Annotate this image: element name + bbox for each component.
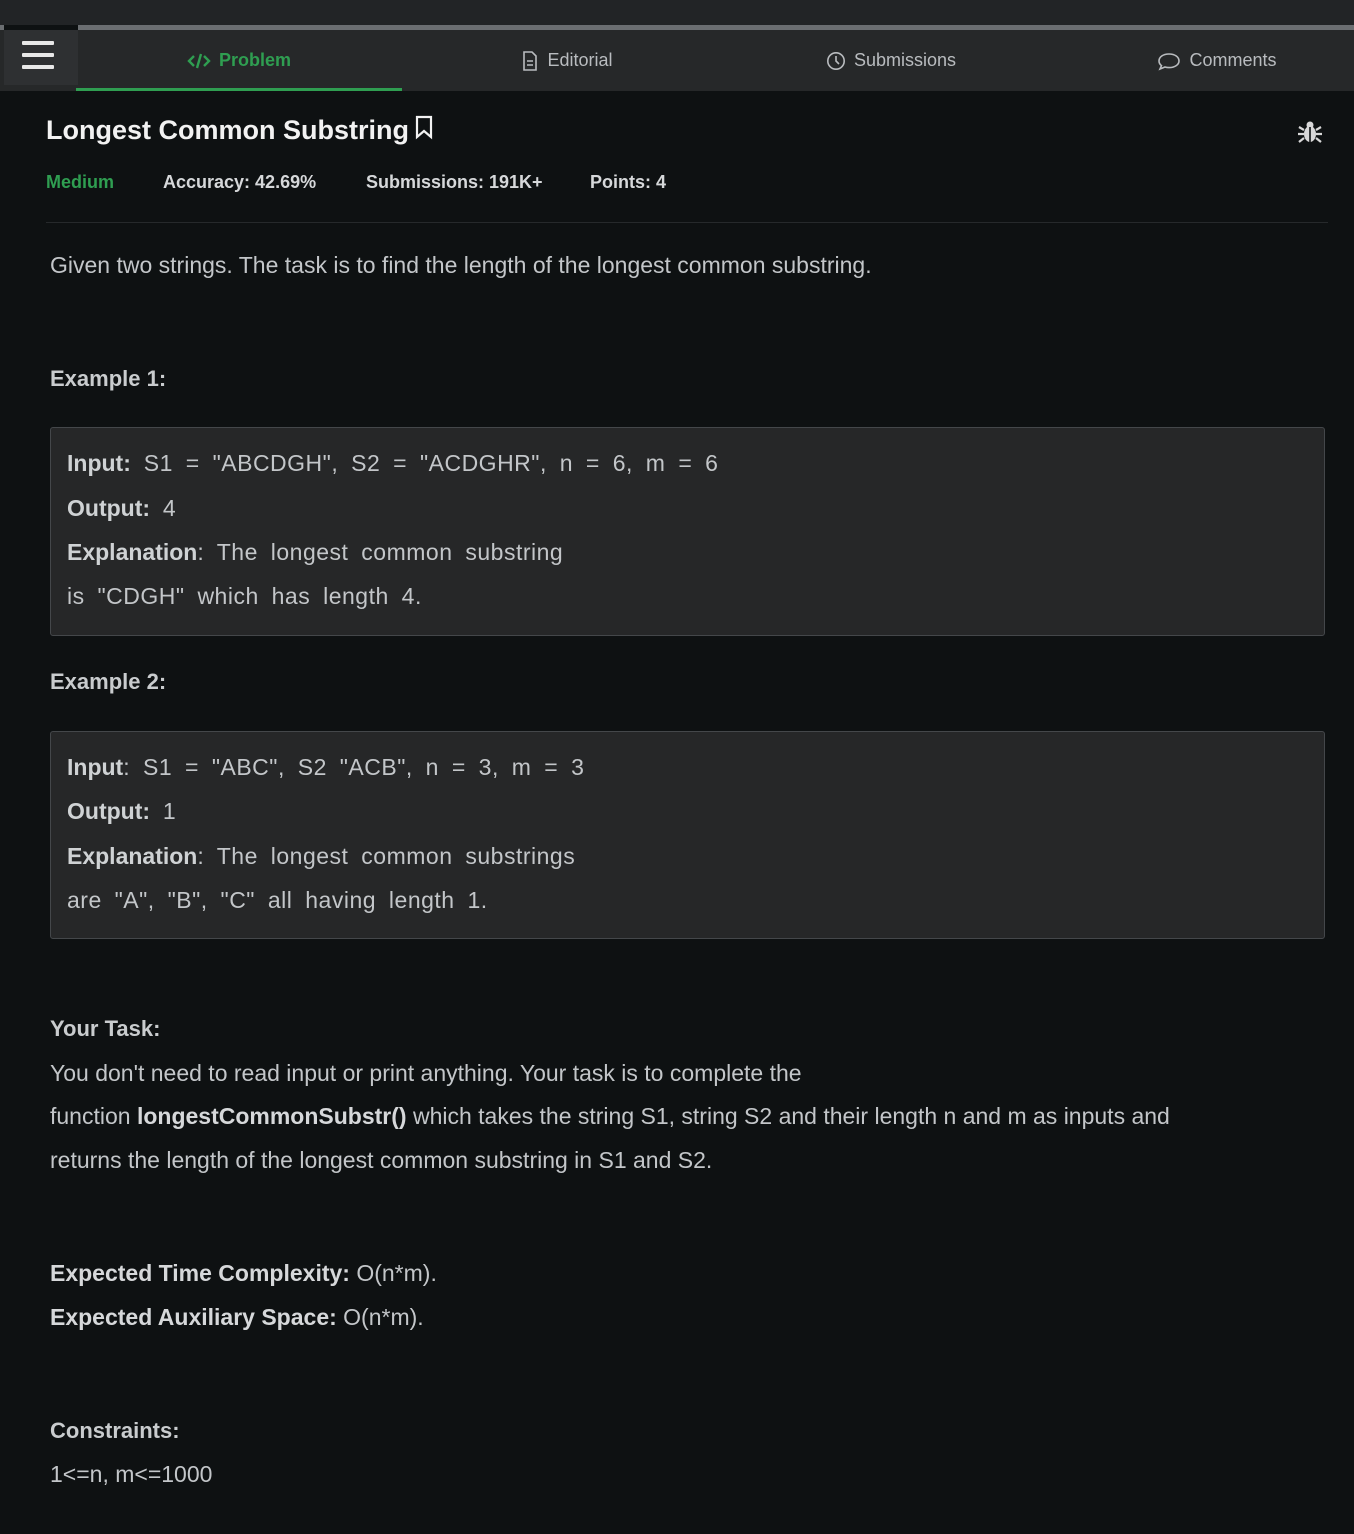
problem-tab-bar: Problem Editorial Submissions Comments xyxy=(0,30,1354,91)
explanation-label: Explanation xyxy=(67,843,198,869)
hamburger-icon xyxy=(22,65,54,69)
example-1-box: Input: S1 = "ABCDGH", S2 = "ACDGHR", n =… xyxy=(50,427,1325,636)
output-value: 4 xyxy=(162,495,177,521)
example-explanation: Explanation: The longest common substrin… xyxy=(67,539,563,566)
menu-button[interactable] xyxy=(4,30,78,85)
task-line-3: returns the length of the longest common… xyxy=(50,1147,713,1173)
example-2-heading: Example 2: xyxy=(50,669,167,694)
explanation-label: Explanation xyxy=(67,539,198,565)
tab-problem[interactable]: Problem xyxy=(76,30,402,91)
tab-label: Submissions xyxy=(853,50,957,70)
tab-submissions[interactable]: Submissions xyxy=(728,30,1054,91)
problem-title: Longest Common Substring xyxy=(46,114,435,147)
points-stat: Points: 4 xyxy=(590,172,667,192)
example-output: Output: 1 xyxy=(67,798,176,825)
function-name: longestCommonSubstr() xyxy=(136,1103,407,1129)
top-strip xyxy=(0,0,1354,25)
document-icon xyxy=(521,50,539,71)
example-explanation-cont: are "A", "B", "C" all having length 1. xyxy=(67,887,488,913)
input-value: S1 = "ABCDGH", S2 = "ACDGHR", n = 6, m =… xyxy=(143,450,719,476)
tab-label: Problem xyxy=(218,50,292,70)
time-complexity: Expected Time Complexity: O(n*m). xyxy=(50,1260,437,1287)
constraints-value: 1<=n, m<=1000 xyxy=(50,1461,213,1487)
space-complexity-label: Expected Auxiliary Space: xyxy=(50,1304,337,1330)
input-value: : S1 = "ABC", S2 "ACB", n = 3, m = 3 xyxy=(123,754,585,780)
comment-icon xyxy=(1157,51,1181,71)
example-explanation-cont: is "CDGH" which has length 4. xyxy=(67,583,422,609)
space-complexity: Expected Auxiliary Space: O(n*m). xyxy=(50,1304,424,1331)
input-label: Input xyxy=(67,754,124,780)
submissions-stat: Submissions: 191K+ xyxy=(366,172,543,192)
tab-label: Comments xyxy=(1189,50,1277,70)
report-bug-icon[interactable] xyxy=(1296,118,1324,151)
clock-icon xyxy=(826,51,846,71)
tab-comments[interactable]: Comments xyxy=(1054,30,1354,91)
example-input: Input: S1 = "ABC", S2 "ACB", n = 3, m = … xyxy=(67,754,584,781)
difficulty-badge: Medium xyxy=(46,172,115,192)
tab-label: Editorial xyxy=(547,50,613,70)
output-label: Output: xyxy=(67,798,151,824)
header-divider xyxy=(46,222,1328,223)
hamburger-icon xyxy=(22,53,54,57)
output-value: 1 xyxy=(162,798,177,824)
task-line-2-suffix: which takes the string S1, string S2 and… xyxy=(406,1103,1170,1129)
hamburger-icon xyxy=(22,41,54,45)
code-icon xyxy=(187,52,211,70)
example-2-box: Input: S1 = "ABC", S2 "ACB", n = 3, m = … xyxy=(50,731,1325,939)
problem-title-text: Longest Common Substring xyxy=(46,115,409,145)
example-explanation: Explanation: The longest common substrin… xyxy=(67,843,575,870)
example-1-heading: Example 1: xyxy=(50,366,167,391)
task-line-2: function longestCommonSubstr() which tak… xyxy=(50,1103,1170,1130)
input-label: Input: xyxy=(67,450,131,476)
time-complexity-label: Expected Time Complexity: xyxy=(50,1260,350,1286)
space-complexity-value: O(n*m). xyxy=(336,1304,424,1330)
example-input: Input: S1 = "ABCDGH", S2 = "ACDGHR", n =… xyxy=(67,450,718,477)
task-line-1: You don't need to read input or print an… xyxy=(50,1060,802,1086)
constraints-heading: Constraints: xyxy=(50,1418,180,1443)
example-output: Output: 4 xyxy=(67,495,176,522)
explanation-text: : The longest common substrings xyxy=(197,843,576,869)
tab-editorial[interactable]: Editorial xyxy=(404,30,730,91)
explanation-text: : The longest common substring xyxy=(197,539,564,565)
time-complexity-value: O(n*m). xyxy=(349,1260,437,1286)
accuracy-stat: Accuracy: 42.69% xyxy=(163,172,317,192)
problem-statement: Given two strings. The task is to find t… xyxy=(50,252,872,278)
bookmark-icon[interactable] xyxy=(413,114,435,147)
output-label: Output: xyxy=(67,495,151,521)
task-heading: Your Task: xyxy=(50,1016,161,1041)
task-line-2-prefix: function xyxy=(50,1103,137,1129)
